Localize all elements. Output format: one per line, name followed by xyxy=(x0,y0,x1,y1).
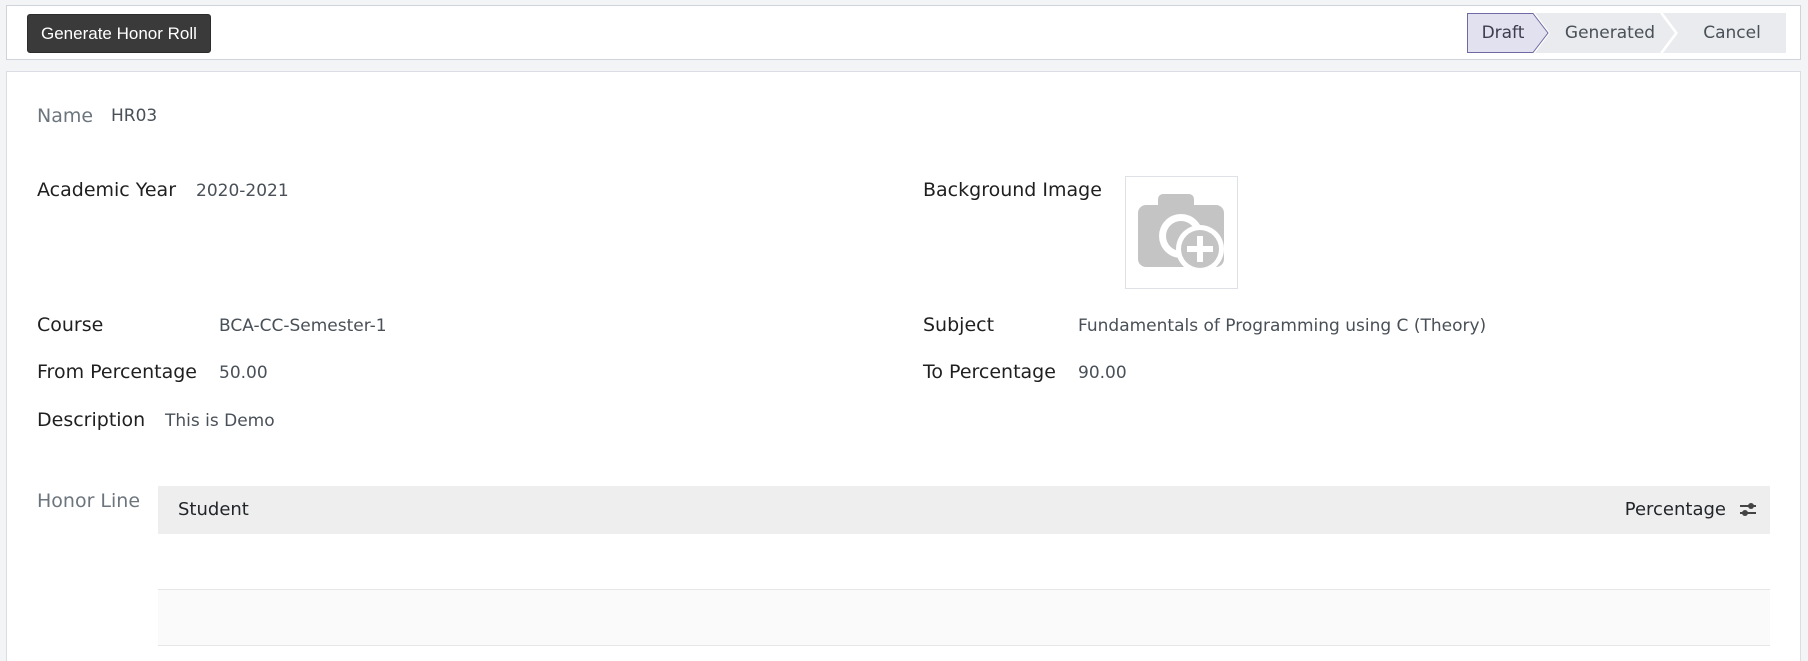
background-image-upload[interactable] xyxy=(1125,176,1238,289)
stage-generated[interactable]: Generated xyxy=(1555,13,1665,53)
description-label: Description xyxy=(37,409,146,431)
table-header: Student Percentage xyxy=(158,486,1770,534)
form-sheet: Name HR03 Academic Year 2020-2021 Backgr… xyxy=(6,71,1801,661)
generate-honor-roll-button[interactable]: Generate Honor Roll xyxy=(27,14,211,53)
name-label: Name xyxy=(37,105,94,127)
table-row xyxy=(158,534,1770,590)
academic-year-label: Academic Year xyxy=(37,179,177,201)
honor-line-label: Honor Line xyxy=(37,490,141,512)
to-percentage-field[interactable]: 90.00 xyxy=(1078,363,1127,383)
academic-year-field[interactable]: 2020-2021 xyxy=(196,181,289,201)
subject-label: Subject xyxy=(923,314,995,336)
name-field[interactable]: HR03 xyxy=(111,106,157,126)
honor-line-table: Student Percentage xyxy=(158,486,1770,646)
stage-cancel[interactable]: Cancel xyxy=(1681,13,1783,53)
description-field[interactable]: This is Demo xyxy=(165,411,275,431)
column-student[interactable]: Student xyxy=(178,486,249,534)
column-percentage[interactable]: Percentage xyxy=(1625,486,1726,534)
table-row xyxy=(158,590,1770,646)
subject-field[interactable]: Fundamentals of Programming using C (The… xyxy=(1078,316,1486,336)
stage-pipeline: Draft Generated Cancel xyxy=(1467,13,1786,53)
course-field[interactable]: BCA-CC-Semester-1 xyxy=(219,316,387,336)
camera-plus-icon xyxy=(1138,194,1224,273)
course-label: Course xyxy=(37,314,104,336)
background-image-label: Background Image xyxy=(923,179,1102,201)
stage-draft[interactable]: Draft xyxy=(1467,13,1539,53)
from-percentage-field[interactable]: 50.00 xyxy=(219,363,268,383)
sliders-icon[interactable] xyxy=(1738,500,1758,520)
from-percentage-label: From Percentage xyxy=(37,361,197,383)
to-percentage-label: To Percentage xyxy=(923,361,1056,383)
form-statusbar: Generate Honor Roll Draft Generated Canc… xyxy=(6,5,1801,60)
